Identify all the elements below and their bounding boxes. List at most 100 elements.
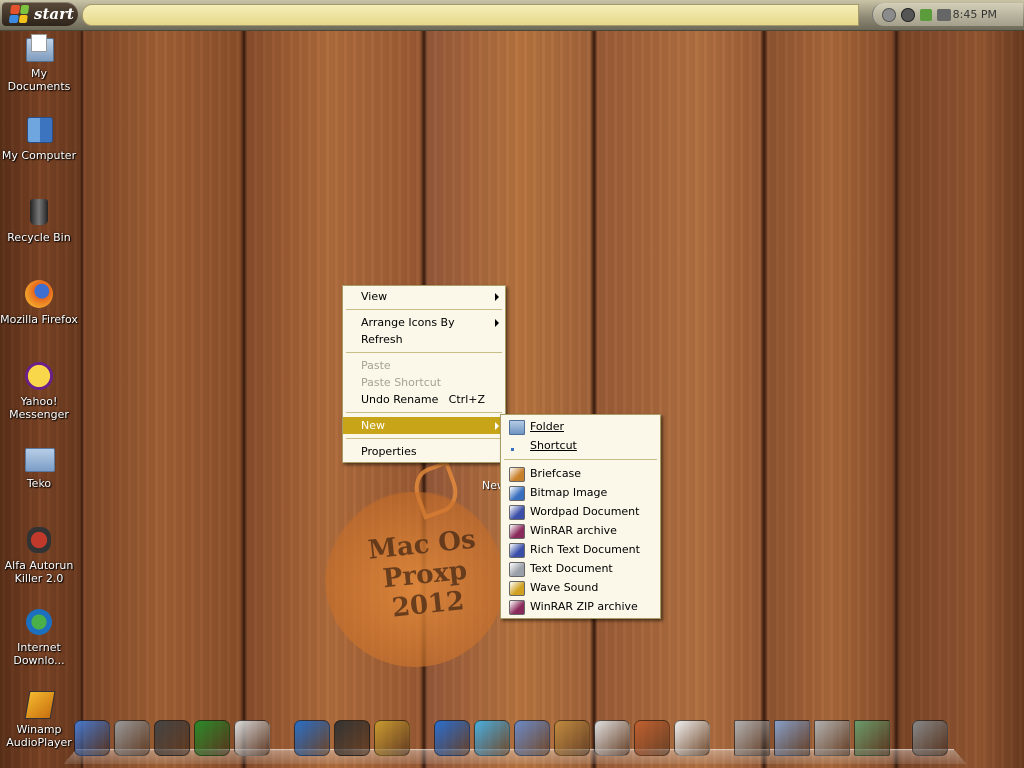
dock-winamp-icon[interactable]: [374, 720, 410, 756]
submenu-item-folder[interactable]: Folder: [501, 417, 660, 436]
dock-mail-icon[interactable]: [514, 720, 550, 756]
submenu-item-bitmap-image[interactable]: Bitmap Image: [501, 483, 660, 502]
menu-item-new[interactable]: New: [343, 417, 505, 434]
keyboard-icon[interactable]: [937, 8, 951, 21]
submenu-arrow-icon: [495, 293, 499, 301]
desktop-icon-yahoo-messenger[interactable]: Yahoo! Messenger: [0, 360, 78, 421]
submenu-item-briefcase[interactable]: Briefcase: [501, 464, 660, 483]
menu-item-label: Shortcut: [530, 439, 577, 452]
menu-item-label: WinRAR archive: [530, 524, 617, 537]
desktop-icon-firefox[interactable]: Mozilla Firefox: [0, 278, 78, 326]
dock-address-book-icon[interactable]: [554, 720, 590, 756]
dock-system-preferences-icon[interactable]: [114, 720, 150, 756]
dock-stack-icon[interactable]: [814, 720, 850, 756]
richtext-icon: [509, 543, 525, 558]
dock-trash-icon[interactable]: [912, 720, 948, 756]
submenu-arrow-icon: [495, 319, 499, 327]
desktop-icon-recycle-bin[interactable]: Recycle Bin: [0, 196, 78, 244]
desktop-icon-label: Teko: [26, 477, 52, 490]
dock-stack-icon[interactable]: [734, 720, 770, 756]
desktop-icon-label: Internet Downlo...: [13, 641, 65, 667]
yahoo-icon: [23, 360, 55, 392]
menu-item-label: Paste: [361, 359, 391, 372]
desktop-icon-internet-download-manager[interactable]: Internet Downlo...: [0, 606, 78, 667]
shortcut-icon: [511, 448, 514, 451]
desktop-icon-label: Recycle Bin: [7, 231, 71, 244]
clock[interactable]: 8:45 PM: [953, 8, 997, 21]
download-icon: [23, 606, 55, 638]
dock-media-player-icon[interactable]: [294, 720, 330, 756]
menu-separator: [346, 412, 502, 413]
dock-calculator-icon[interactable]: [594, 720, 630, 756]
submenu-arrow-icon: [495, 422, 499, 430]
menu-item-refresh[interactable]: Refresh: [343, 331, 505, 348]
desktop-icon-winamp[interactable]: Winamp AudioPlayer: [0, 688, 78, 749]
menu-item-arrange-icons-by[interactable]: Arrange Icons By: [343, 314, 505, 331]
submenu-item-winrar-zip-archive[interactable]: WinRAR ZIP archive: [501, 597, 660, 616]
dock: [72, 716, 952, 766]
dock-film-icon[interactable]: [334, 720, 370, 756]
menu-item-undo-rename[interactable]: Undo Rename Ctrl+Z: [343, 391, 505, 408]
menu-item-label: Refresh: [361, 333, 403, 346]
menu-item-label: Wordpad Document: [530, 505, 640, 518]
bitmap-icon: [509, 486, 525, 501]
folder-icon: [509, 420, 525, 435]
dock-messenger-icon[interactable]: [474, 720, 510, 756]
menu-item-label: Properties: [361, 445, 417, 458]
dock-activity-monitor-icon[interactable]: [194, 720, 230, 756]
wordpad-icon: [509, 505, 525, 520]
submenu-item-winrar-archive[interactable]: WinRAR archive: [501, 521, 660, 540]
start-label: start: [34, 5, 74, 23]
desktop-icon-label: Yahoo! Messenger: [9, 395, 69, 421]
desktop-icon-label: Alfa Autorun Killer 2.0: [4, 559, 74, 585]
system-tray: 8:45 PM: [872, 3, 1023, 26]
menu-separator: [504, 459, 657, 460]
menu-item-paste: Paste: [343, 357, 505, 374]
desktop-icon-label: Mozilla Firefox: [0, 313, 78, 326]
dock-power-icon[interactable]: [154, 720, 190, 756]
task-band[interactable]: [82, 4, 859, 26]
submenu-item-shortcut[interactable]: Shortcut: [501, 436, 660, 455]
dock-instruments-icon[interactable]: [634, 720, 670, 756]
messenger-icon[interactable]: [920, 8, 932, 21]
start-button[interactable]: start: [2, 2, 78, 26]
dock-downloads-stack-icon[interactable]: [854, 720, 890, 756]
menu-item-label: Bitmap Image: [530, 486, 608, 499]
dock-text-edit-icon[interactable]: [674, 720, 710, 756]
menu-item-properties[interactable]: Properties: [343, 443, 505, 460]
menu-item-label: Wave Sound: [530, 581, 599, 594]
trash-icon: [23, 196, 55, 228]
desktop-icon-alfa-autorun-killer[interactable]: Alfa Autorun Killer 2.0: [0, 524, 78, 585]
text-document-icon: [509, 562, 525, 577]
menu-item-label: New: [361, 419, 385, 432]
winrar-zip-icon: [509, 600, 525, 615]
menu-item-paste-shortcut: Paste Shortcut: [343, 374, 505, 391]
menu-item-label: WinRAR ZIP archive: [530, 600, 638, 613]
winrar-icon: [509, 524, 525, 539]
desktop-icon-my-computer[interactable]: My Computer: [0, 114, 78, 162]
dock-drive-icon[interactable]: [234, 720, 270, 756]
volume-icon[interactable]: [882, 7, 896, 22]
desktop-context-menu: View Arrange Icons By Refresh Paste Past…: [342, 285, 506, 463]
menu-item-view[interactable]: View: [343, 288, 505, 305]
menu-item-label: Undo Rename: [361, 393, 439, 406]
submenu-item-rich-text-document[interactable]: Rich Text Document: [501, 540, 660, 559]
briefcase-icon: [509, 467, 525, 482]
submenu-item-wave-sound[interactable]: Wave Sound: [501, 578, 660, 597]
windows-logo-icon: [8, 5, 30, 23]
dock-internet-explorer-icon[interactable]: [434, 720, 470, 756]
wave-sound-icon: [509, 581, 525, 596]
dock-applications-stack-icon[interactable]: [774, 720, 810, 756]
submenu-item-wordpad-document[interactable]: Wordpad Document: [501, 502, 660, 521]
wallpaper-grain: [0, 0, 1024, 768]
taskbar: start 8:45 PM: [0, 0, 1024, 31]
winamp-icon: [23, 688, 56, 720]
network-icon[interactable]: [901, 7, 915, 22]
submenu-item-text-document[interactable]: Text Document: [501, 559, 660, 578]
desktop-icon-my-documents[interactable]: My Documents: [0, 32, 78, 93]
dock-finder-icon[interactable]: [74, 720, 110, 756]
wallpaper-text: Mac Os Proxp 2012: [346, 522, 505, 627]
desktop-icon-teko[interactable]: Teko: [0, 442, 78, 490]
menu-separator: [346, 438, 502, 439]
firefox-icon: [23, 278, 55, 310]
